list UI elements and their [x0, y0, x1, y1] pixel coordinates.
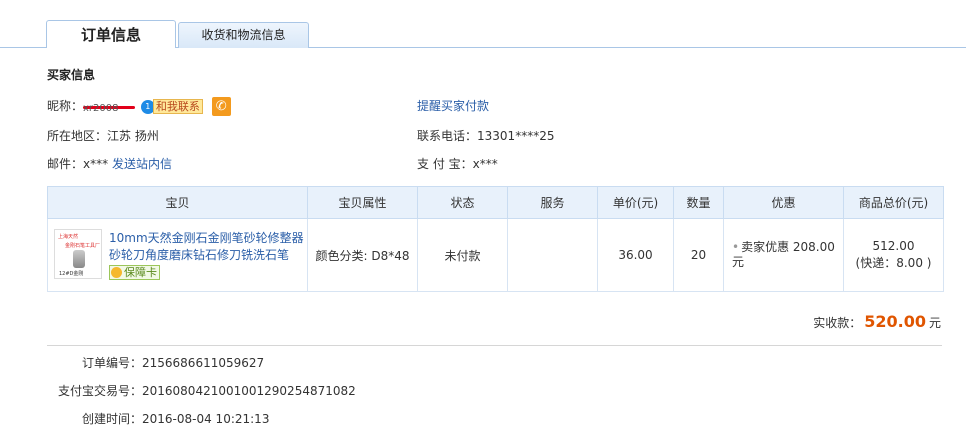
buyer-phone-row: 联系电话：13301****25 [417, 127, 554, 144]
alipay-value: x*** [472, 157, 498, 171]
divider [47, 345, 942, 346]
thumb-text-model: 12#D金刚 [59, 271, 84, 277]
phone-icon[interactable]: ✆ [211, 97, 231, 116]
buyer-nick-row: 昵称：xr2008 1 和我联系 ✆ [47, 97, 231, 116]
order-items-table: 宝贝 宝贝属性 状态 服务 单价(元) 数量 优惠 商品总价(元) 上海天然 金… [47, 186, 944, 292]
email-value: x*** [83, 157, 109, 171]
table-row: 上海天然 金刚石笔工具厂 12#D金刚 10mm天然金刚石金刚笔砂轮修整器砂轮刀… [47, 218, 944, 292]
phone-label: 联系电话： [417, 129, 478, 143]
alipay-label: 支 付 宝： [417, 157, 473, 171]
order-number-row: 订单编号：2156686611059627 [47, 354, 264, 371]
thumb-text-brand: 上海天然 [58, 234, 79, 240]
buyer-alipay-row: 支 付 宝：x*** [417, 155, 498, 172]
nick-label: 昵称： [47, 99, 84, 113]
item-unit-price: 36.00 [597, 218, 674, 292]
col-header-total: 商品总价(元) [843, 186, 944, 219]
item-attribute: 颜色分类: D8*48 [307, 218, 418, 292]
tab-bar: 订单信息 收货和物流信息 [0, 0, 966, 48]
created-time-label: 创建时间： [81, 412, 142, 426]
order-number-value: 2156686611059627 [142, 356, 265, 370]
table-header-row: 宝贝 宝贝属性 状态 服务 单价(元) 数量 优惠 商品总价(元) [47, 186, 944, 219]
item-total-value: 512.00 [872, 239, 915, 253]
phone-value: 13301****25 [477, 129, 555, 143]
col-header-attr: 宝贝属性 [307, 186, 418, 219]
nick-value-redacted: xr2008 [83, 102, 136, 114]
discount-bullet: • [732, 240, 740, 254]
product-title-link[interactable]: 10mm天然金刚石金刚笔砂轮修整器砂轮刀角度磨床钻石修刀铣洗石笔 [109, 231, 304, 262]
discount-text: 卖家优惠 208.00 元 [732, 240, 835, 269]
item-quantity: 20 [673, 218, 724, 292]
col-header-status: 状态 [417, 186, 508, 219]
email-label: 邮件： [47, 157, 84, 171]
section-title-buyer: 买家信息 [47, 68, 96, 82]
contact-me-button[interactable]: 1 和我联系 [140, 99, 203, 114]
item-shipping-fee: (快递：8.00 ) [855, 256, 932, 270]
item-service [507, 218, 598, 292]
tab-order-info[interactable]: 订单信息 [46, 20, 176, 48]
product-thumbnail[interactable]: 上海天然 金刚石笔工具厂 12#D金刚 [54, 229, 102, 279]
alipay-trade-label: 支付宝交易号： [57, 384, 142, 398]
tab-shipping-logistics[interactable]: 收货和物流信息 [178, 22, 309, 48]
actual-payment-amount: 520.00 [864, 312, 926, 331]
item-discount: • 卖家优惠 208.00 元 [723, 218, 844, 292]
item-total: 512.00 (快递：8.00 ) [843, 218, 944, 292]
actual-payment-label: 实收款： [813, 316, 862, 330]
col-header-qty: 数量 [673, 186, 724, 219]
created-time-value: 2016-08-04 10:21:13 [142, 412, 270, 426]
goods-cell: 上海天然 金刚石笔工具厂 12#D金刚 10mm天然金刚石金刚笔砂轮修整器砂轮刀… [47, 218, 308, 292]
send-message-link[interactable]: 发送站内信 [112, 157, 172, 171]
diamond-bit-image [73, 250, 85, 268]
region-value: 江苏 扬州 [107, 129, 159, 143]
col-header-price: 单价(元) [597, 186, 674, 219]
alipay-trade-value: 2016080421001001290254871082 [142, 384, 356, 398]
thumb-text-factory: 金刚石笔工具厂 [65, 243, 101, 249]
item-status: 未付款 [417, 218, 508, 292]
order-number-label: 订单编号： [81, 356, 142, 370]
contact-me-label: 和我联系 [152, 99, 203, 114]
col-header-item: 宝贝 [47, 186, 308, 219]
guarantee-badge[interactable]: 保障卡 [109, 265, 160, 280]
region-label: 所在地区： [47, 129, 108, 143]
created-time-row: 创建时间：2016-08-04 10:21:13 [47, 410, 269, 427]
buyer-email-row: 邮件：x*** 发送站内信 [47, 155, 172, 172]
alipay-trade-row: 支付宝交易号：2016080421001001290254871082 [47, 382, 356, 399]
col-header-discount: 优惠 [723, 186, 844, 219]
remind-buyer-pay-link[interactable]: 提醒买家付款 [417, 97, 489, 114]
actual-payment: 实收款： 520.00 元 [813, 312, 941, 331]
actual-payment-unit: 元 [928, 316, 941, 330]
col-header-service: 服务 [507, 186, 598, 219]
buyer-region-row: 所在地区：江苏 扬州 [47, 127, 159, 144]
